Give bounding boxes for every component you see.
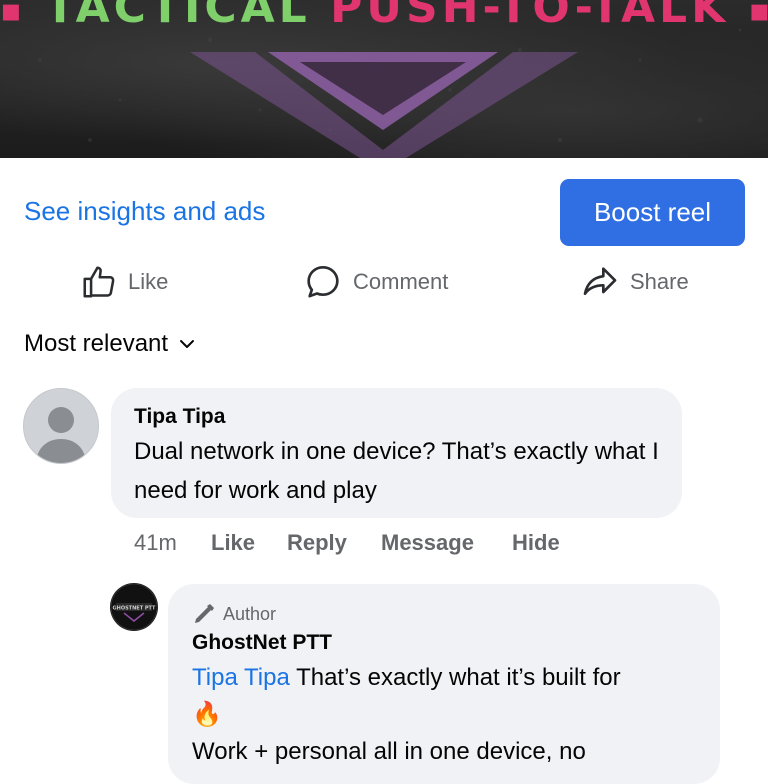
chevron-down-icon [180,340,195,348]
reply-author[interactable]: GhostNet PTT [192,631,332,655]
comment-time: 41m [134,530,177,555]
like-label: Like [128,269,169,294]
author-badge-label: Author [223,603,277,624]
comment-reply-action[interactable]: Reply [287,530,347,556]
share-arrow-icon [583,267,617,295]
author-badge: Author [192,602,276,626]
chevron-graphic [190,52,578,158]
comment-label: Comment [353,269,449,294]
pen-icon [195,604,214,623]
ghostnet-logo: GHOSTNET PTT [110,583,158,631]
comment-message-action[interactable]: Message [381,530,474,556]
reply-text-line2: Work + personal all in one device, no [192,738,586,765]
share-label: Share [630,269,689,294]
comment-like-action[interactable]: Like [211,530,255,556]
commenter-avatar[interactable] [23,388,99,464]
reel-banner-image: ▪ TACTICAL PUSH-TO-TALK ▪ [0,0,768,158]
sort-label: Most relevant [24,330,169,357]
reaction-bar: Like Comment Share [0,258,768,306]
share-button[interactable]: Share [580,258,689,306]
mention-link[interactable]: Tipa Tipa [192,664,290,691]
ghostnet-avatar[interactable]: GHOSTNET PTT [110,583,158,631]
comment-author[interactable]: Tipa Tipa [134,405,225,429]
comment-hide-action[interactable]: Hide [512,530,560,556]
comment-text: Dual network in one device? That’s exact… [134,438,659,504]
reply-text: Tipa Tipa That’s exactly what it’s built… [192,659,702,770]
comment-button[interactable]: Comment [303,258,448,306]
boost-reel-button[interactable]: Boost reel [560,179,745,246]
comment-bubble-icon [307,266,339,298]
like-button[interactable]: Like [80,258,168,306]
reply-bubble: Author GhostNet PTT Tipa Tipa That’s exa… [168,584,720,784]
see-insights-link[interactable]: See insights and ads [24,196,265,227]
fire-emoji: 🔥 [192,701,222,728]
ghostnet-logo-text: GHOSTNET PTT [113,606,156,612]
comment-bubble: Tipa Tipa Dual network in one device? Th… [111,388,682,518]
thumbs-up-icon [83,266,115,298]
default-profile-icon [36,407,86,463]
reply-text-line1: That’s exactly what it’s built for [289,664,621,691]
comment-sort-dropdown[interactable]: Most relevant [24,330,196,358]
